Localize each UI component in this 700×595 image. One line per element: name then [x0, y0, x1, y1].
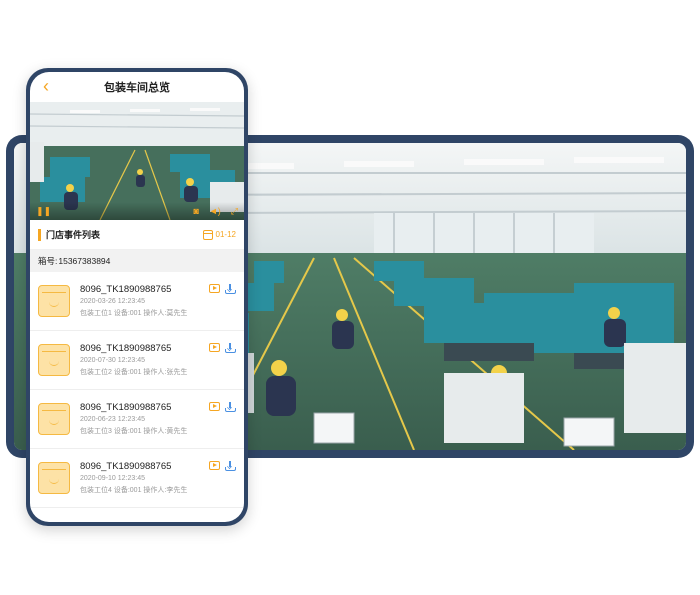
package-icon: [38, 462, 70, 494]
phone-screen: ‹ 包装车间总览 ❚❚ ◙ ◄) ⤢ 门店事件列表 01-12 箱号: 1536…: [30, 72, 244, 522]
page-title: 包装车间总览: [104, 82, 170, 94]
stage: ‹ 包装车间总览 ❚❚ ◙ ◄) ⤢ 门店事件列表 01-12 箱号: 1536…: [0, 0, 700, 595]
package-icon: [38, 403, 70, 435]
package-icon: [38, 344, 70, 376]
event-time: 2020-06-23 12:23:45: [80, 416, 145, 423]
event-meta: 包装工位1 设备:001 操作人:莫先生: [80, 310, 188, 317]
event-list: 8096_TK1890988765 2020-03-26 12:23:45 包装…: [30, 272, 244, 508]
box-number-row: 箱号: 15367383894: [30, 250, 244, 272]
download-icon[interactable]: [225, 284, 236, 294]
event-time: 2020-09-10 12:23:45: [80, 475, 145, 482]
package-icon: [38, 285, 70, 317]
event-item[interactable]: 8096_TK1890988765 2020-07-30 12:23:45 包装…: [30, 331, 244, 390]
phone-device: ‹ 包装车间总览 ❚❚ ◙ ◄) ⤢ 门店事件列表 01-12 箱号: 1536…: [26, 68, 248, 526]
camera-feed-small[interactable]: ❚❚ ◙ ◄) ⤢: [30, 102, 244, 220]
events-header: 门店事件列表 01-12: [30, 220, 244, 250]
volume-icon[interactable]: ◄): [209, 206, 221, 216]
event-item[interactable]: 8096_TK1890988765 2020-03-26 12:23:45 包装…: [30, 272, 244, 331]
date-picker[interactable]: 01-12: [202, 229, 236, 240]
fullscreen-icon[interactable]: ⤢: [231, 206, 238, 216]
event-time: 2020-03-26 12:23:45: [80, 298, 145, 305]
box-number-label: 箱号:: [38, 256, 58, 266]
event-actions: [209, 343, 236, 353]
play-icon[interactable]: [209, 402, 220, 411]
camera-icon[interactable]: ◙: [193, 206, 198, 216]
box-number-value: 15367383894: [58, 256, 111, 266]
event-meta: 包装工位3 设备:001 操作人:黄先生: [80, 428, 188, 435]
download-icon[interactable]: [225, 343, 236, 353]
calendar-icon: [202, 229, 213, 240]
event-meta: 包装工位4 设备:001 操作人:李先生: [80, 487, 188, 494]
event-actions: [209, 461, 236, 471]
pause-icon[interactable]: ❚❚: [36, 206, 51, 216]
event-actions: [209, 284, 236, 294]
section-accent-bar: [38, 228, 41, 241]
phone-header: ‹ 包装车间总览: [30, 72, 244, 102]
events-title: 门店事件列表: [46, 230, 101, 240]
date-text: 01-12: [215, 230, 236, 239]
event-item[interactable]: 8096_TK1890988765 2020-09-10 12:23:45 包装…: [30, 449, 244, 508]
chevron-left-icon[interactable]: ‹: [36, 76, 56, 96]
play-icon[interactable]: [209, 343, 220, 352]
play-icon[interactable]: [209, 461, 220, 470]
play-icon[interactable]: [209, 284, 220, 293]
download-icon[interactable]: [225, 402, 236, 412]
download-icon[interactable]: [225, 461, 236, 471]
event-meta: 包装工位2 设备:001 操作人:张先生: [80, 369, 188, 376]
event-item[interactable]: 8096_TK1890988765 2020-06-23 12:23:45 包装…: [30, 390, 244, 449]
event-actions: [209, 402, 236, 412]
video-controls: ❚❚ ◙ ◄) ⤢: [30, 202, 244, 220]
event-time: 2020-07-30 12:23:45: [80, 357, 145, 364]
